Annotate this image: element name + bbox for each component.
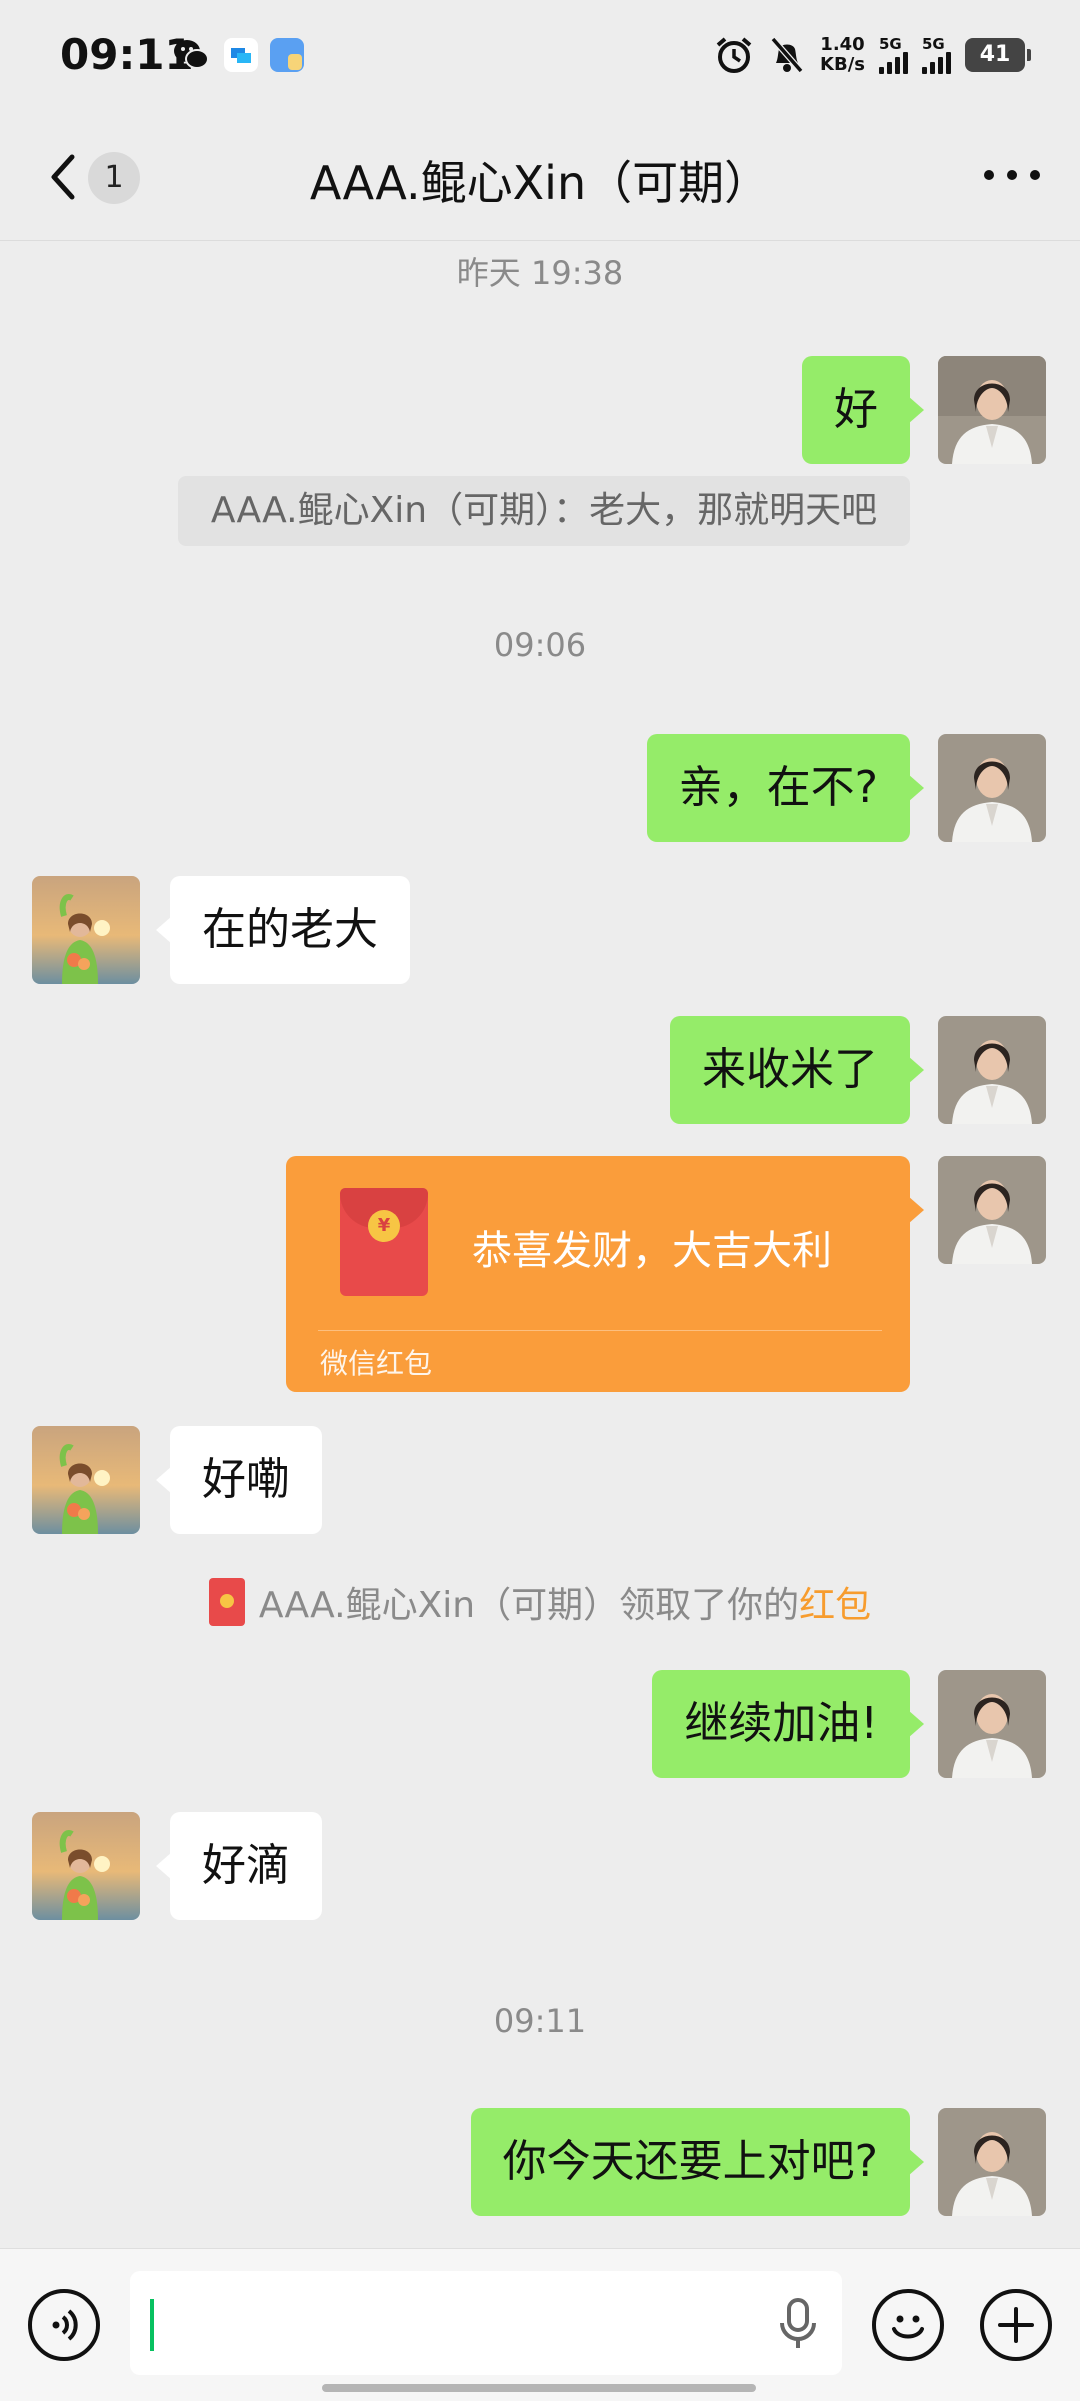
net-speed: 1.40 KB/s [820,35,865,75]
my-message-bubble[interactable]: 来收米了 [670,1016,924,1124]
chat-title: AAA.鲲心Xin（可期） [309,156,771,210]
microphone-icon[interactable] [778,2297,818,2351]
red-packet-title: 恭喜发财，大吉大利 [472,1228,832,1274]
net-speed-unit: KB/s [820,54,865,75]
system-note-text: AAA.鲲心Xin（可期）领取了你的 [258,1585,800,1626]
avatar-woman-white-suit [938,356,1046,464]
more-functions-button[interactable] [980,2289,1052,2361]
my-avatar[interactable] [938,1016,1046,1124]
avatar-woman-sunset [32,1426,140,1534]
peer-avatar[interactable] [32,876,140,984]
my-avatar[interactable] [938,1670,1046,1778]
my-avatar[interactable] [938,356,1046,464]
text-caret [150,2299,154,2351]
net-speed-value: 1.40 [820,34,865,55]
peer-message-bubble[interactable]: 好滴 [156,1812,322,1920]
red-packet-coin: ¥ [368,1210,400,1242]
app-icon [224,38,258,72]
more-options-icon[interactable] [984,165,1040,185]
red-packet-divider [318,1330,882,1331]
status-bar: 09:11 1.40 KB/s 5G 5G 41 [0,0,1080,115]
signal-sim1: 5G [879,36,908,74]
wechat-icon [174,40,209,69]
my-avatar[interactable] [938,2108,1046,2216]
peer-message-bubble[interactable]: 在的老大 [156,876,410,984]
red-packet-icon [208,1578,245,1626]
avatar-woman-white-suit [938,734,1046,842]
my-avatar[interactable] [938,734,1046,842]
emoji-button[interactable] [872,2289,944,2361]
red-packet-icon: ¥ [340,1188,428,1296]
input-bar [0,2248,1080,2401]
my-avatar[interactable] [938,1156,1046,1264]
timestamp: 09:11 [493,2002,587,2040]
my-message-bubble[interactable]: 继续加油! [652,1670,924,1778]
signal-sim2: 5G [922,36,951,74]
system-note: AAA.鲲心Xin（可期）领取了你的 红包 [0,1576,1080,1628]
avatar-woman-sunset [32,1812,140,1920]
peer-avatar[interactable] [32,1426,140,1534]
my-message-bubble[interactable]: 亲，在不? [646,734,925,842]
avatar-woman-white-suit [938,1670,1046,1778]
my-message-bubble[interactable]: 你今天还要上对吧? [470,2108,925,2216]
peer-avatar[interactable] [32,1812,140,1920]
red-packet-link[interactable]: 红包 [799,1576,871,1628]
message-input[interactable] [130,2271,842,2375]
sim1-label: 5G [879,35,902,53]
sim2-label: 5G [922,35,945,53]
voice-input-button[interactable] [28,2289,100,2361]
timestamp: 昨天 19:38 [456,254,624,292]
signal-icon [879,52,908,74]
my-message-bubble[interactable]: 好 [802,356,924,464]
avatar-woman-white-suit [938,2108,1046,2216]
timestamp: 09:06 [493,626,587,664]
peer-message-bubble[interactable]: 好嘞 [156,1426,322,1534]
voice-wave-icon [52,2309,78,2341]
signal-icon [922,52,951,74]
app-icon [270,38,304,72]
alarm-icon [716,37,752,73]
plus-icon [998,2307,1034,2343]
avatar-woman-white-suit [938,1156,1046,1264]
mute-icon [770,37,804,73]
red-packet-message[interactable]: ¥ 恭喜发财，大吉大利 微信红包 [286,1156,924,1392]
home-indicator[interactable] [322,2384,756,2392]
battery-icon: 41 [965,38,1031,72]
avatar-woman-white-suit [938,1016,1046,1124]
status-right: 1.40 KB/s 5G 5G 41 [714,30,1031,80]
smiley-icon [892,2315,924,2339]
avatar-woman-sunset [32,876,140,984]
quoted-message[interactable]: AAA.鲲心Xin（可期）：老大，那就明天吧 [178,476,910,546]
chat-header: 1 AAA.鲲心Xin（可期） [0,115,1080,241]
red-packet-footer: 微信红包 [320,1347,433,1380]
